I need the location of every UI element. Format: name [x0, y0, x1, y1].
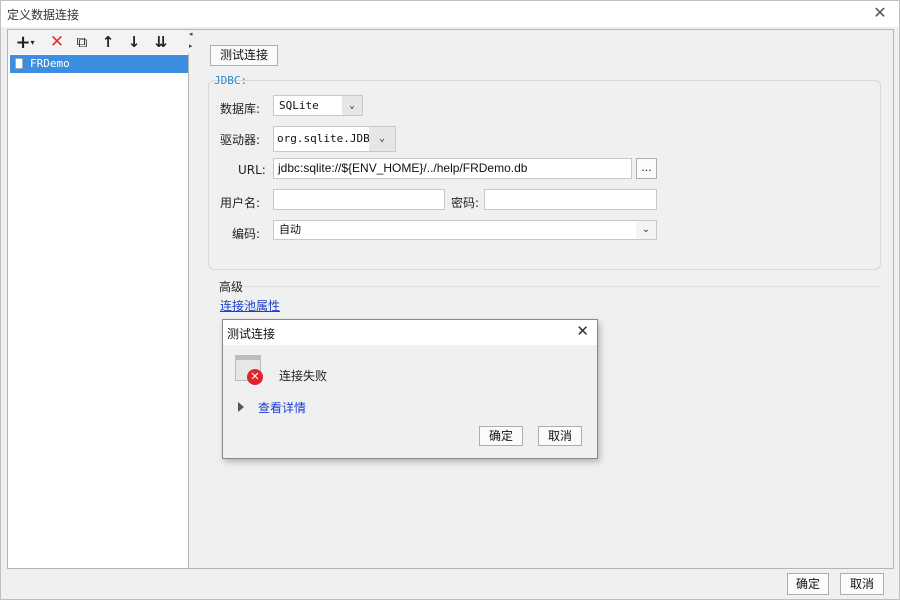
window-close-icon[interactable]: ✕ — [871, 4, 889, 22]
encoding-select[interactable]: 自动 ⌄ — [273, 220, 657, 240]
dialog-cancel-button[interactable]: 取消 — [538, 426, 582, 446]
password-label: 密码: — [451, 196, 480, 210]
list-item-frdemo[interactable]: FRDemo — [10, 55, 188, 73]
ok-button[interactable]: 确定 — [787, 573, 829, 595]
sort-icon[interactable]: ⇊ — [150, 32, 172, 52]
title-bar: 定义数据连接 ✕ — [1, 1, 899, 27]
chevron-down-icon: ⌄ — [342, 96, 362, 115]
driver-value: org.sqlite.JDBC — [277, 132, 377, 145]
error-badge-icon: ✕ — [247, 369, 263, 385]
connection-pool-link[interactable]: 连接池属性 — [220, 297, 280, 314]
database-label: 数据库: — [220, 102, 261, 116]
error-message: 连接失败 — [279, 369, 328, 383]
encoding-label: 编码: — [232, 227, 261, 241]
view-details-link[interactable]: 查看详情 — [258, 399, 306, 416]
connection-list-panel: + ▾ ✕ ⧉ ↑ ↓ ⇊ FRDemo — [8, 30, 189, 568]
jdbc-group-label: JDBC: — [214, 74, 248, 87]
chevron-down-icon: ⌄ — [636, 221, 656, 239]
dialog-body: ✕ 连接失败 查看详情 确定 取消 — [223, 345, 597, 458]
driver-select[interactable]: org.sqlite.JDBC ⌄ — [273, 126, 396, 152]
move-up-icon[interactable]: ↑ — [97, 32, 119, 52]
connection-settings-panel: 测试连接 JDBC: 数据库: SQLite ⌄ 驱动器: org.sqlite… — [196, 30, 893, 568]
test-connection-button[interactable]: 测试连接 — [210, 45, 278, 66]
connection-name: FRDemo — [30, 57, 70, 70]
main-pane: + ▾ ✕ ⧉ ↑ ↓ ⇊ FRDemo ◂ ▸ 测试连接 JDBC: 数据库:… — [7, 29, 894, 569]
dialog-title: 测试连接 — [227, 327, 276, 341]
chevron-down-icon: ▾ — [30, 37, 35, 47]
copy-icon[interactable]: ⧉ — [71, 32, 93, 52]
encoding-value: 自动 — [279, 223, 301, 236]
error-icon: ✕ — [235, 355, 265, 387]
cancel-button[interactable]: 取消 — [840, 573, 884, 595]
database-icon — [15, 58, 23, 69]
connection-toolbar: + ▾ ✕ ⧉ ↑ ↓ ⇊ — [8, 30, 189, 54]
driver-label: 驱动器: — [220, 133, 261, 147]
password-input[interactable] — [484, 189, 657, 210]
url-input[interactable]: jdbc:sqlite://${ENV_HOME}/../help/FRDemo… — [273, 158, 632, 179]
advanced-heading: 高级 — [219, 280, 244, 294]
move-down-icon[interactable]: ↓ — [123, 32, 145, 52]
dialog-ok-button[interactable]: 确定 — [479, 426, 523, 446]
browse-button[interactable]: ... — [636, 158, 657, 179]
add-icon: + — [15, 31, 31, 53]
username-input[interactable] — [273, 189, 445, 210]
username-label: 用户名: — [220, 196, 261, 210]
test-connection-dialog: 测试连接 ✕ ✕ 连接失败 查看详情 确定 取消 — [222, 319, 598, 459]
delete-icon[interactable]: ✕ — [46, 32, 68, 52]
url-label: URL: — [238, 163, 266, 177]
advanced-divider — [244, 286, 881, 287]
add-connection-button[interactable]: + ▾ — [12, 31, 38, 53]
chevron-down-icon: ⌄ — [369, 127, 395, 151]
expand-arrow-icon[interactable] — [238, 402, 244, 412]
define-connection-window: 定义数据连接 ✕ + ▾ ✕ ⧉ ↑ ↓ ⇊ FRDemo ◂ ▸ 测试连接 J… — [0, 0, 900, 600]
database-select[interactable]: SQLite ⌄ — [273, 95, 363, 116]
database-value: SQLite — [279, 99, 319, 112]
window-title: 定义数据连接 — [7, 8, 80, 22]
dialog-close-icon[interactable]: ✕ — [576, 322, 589, 340]
